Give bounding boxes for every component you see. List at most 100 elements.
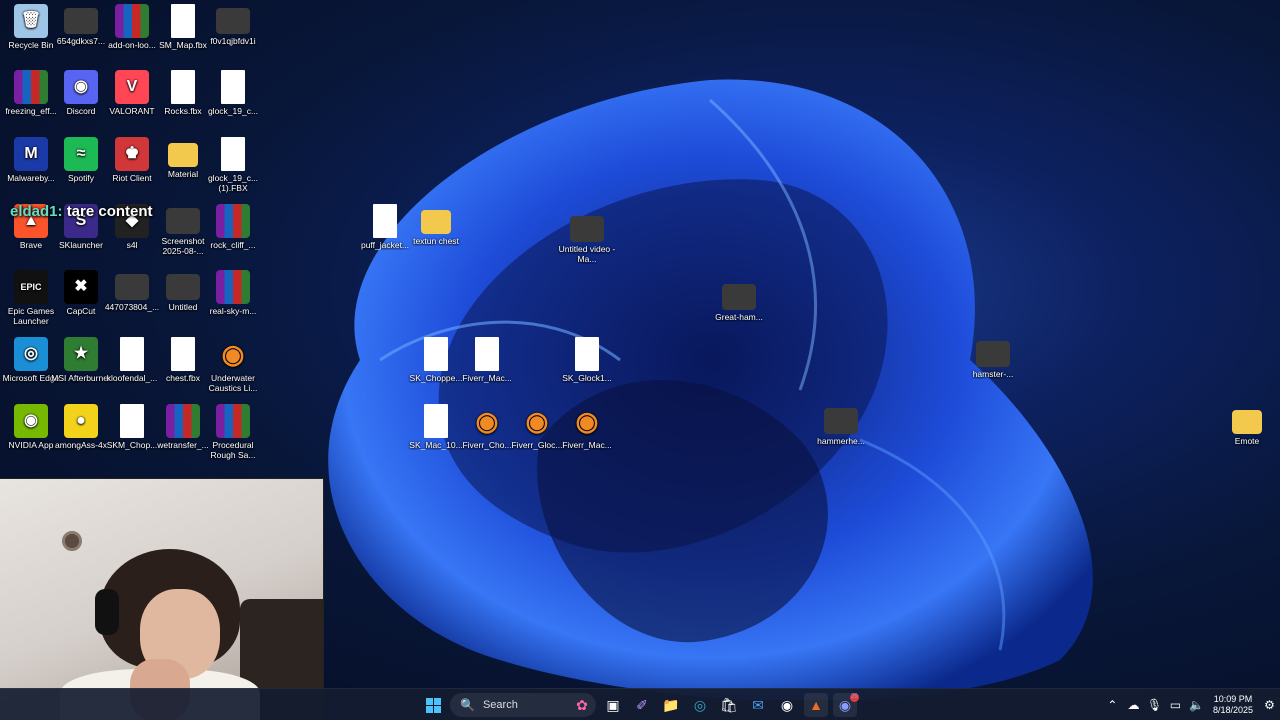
capcut-icon: ✖	[64, 270, 98, 304]
copilot-button[interactable]: ✿	[570, 693, 594, 717]
store-button[interactable]: 🛍	[717, 693, 741, 717]
brave-icon: ▲	[809, 697, 823, 713]
image-thumbnail-icon	[166, 208, 200, 234]
taskbar-clock[interactable]: 10:09 PM 8/18/2025	[1213, 694, 1253, 716]
desktop-icon-label: Procedural Rough Sa...	[210, 440, 256, 460]
nvidia-icon: ◉	[14, 404, 48, 438]
discord-button[interactable]: ◉ 29	[833, 693, 859, 717]
webcam-overlay	[0, 478, 324, 720]
desktop-icon[interactable]: Great-ham...	[708, 280, 770, 322]
desktop-icon[interactable]: real-sky-m...	[202, 270, 264, 316]
spotify-icon: ≈	[64, 137, 98, 171]
network-icon[interactable]: ▭	[1165, 698, 1186, 712]
file-icon	[171, 70, 195, 104]
image-thumbnail-icon	[976, 341, 1010, 367]
winrar-icon	[216, 204, 250, 238]
desktop-icon-label: rock_cliff_...	[210, 240, 256, 250]
desktop-icon-label: SK_Glock1...	[562, 373, 612, 383]
riot-client-icon: ♚	[115, 137, 149, 171]
desktop-icon-label: Underwater Caustics Li...	[208, 373, 258, 393]
discord-icon: ◉	[838, 696, 852, 713]
chrome-button[interactable]: ◉	[775, 693, 799, 717]
desktop-icon[interactable]: glock_19_c... (1).FBX	[202, 137, 264, 193]
file-explorer-button[interactable]: 📁	[659, 693, 683, 717]
wallpaper-bloom	[328, 79, 1093, 700]
desktop-icon[interactable]: Procedural Rough Sa...	[202, 404, 264, 460]
desktop-icon-label: hammerhe...	[817, 436, 865, 446]
windows-start-icon	[425, 697, 441, 713]
clock-date: 8/18/2025	[1212, 705, 1253, 715]
search-label: Search	[482, 699, 518, 711]
desktop-icon-label: glock_19_c...	[207, 106, 259, 116]
desktop-icon-label: textun chest	[413, 236, 459, 246]
file-icon	[171, 337, 195, 371]
blender-icon: ◉	[575, 406, 599, 436]
video-thumbnail-icon	[570, 216, 604, 242]
winrar-icon	[115, 4, 149, 38]
notification-icon[interactable]: ⚙	[1259, 698, 1280, 712]
file-icon	[424, 337, 448, 371]
desktop-icon[interactable]: SK_Glock1...	[556, 337, 618, 383]
desktop-icon[interactable]: Emote	[1216, 404, 1278, 446]
file-icon	[424, 404, 448, 438]
copilot-icon: ✿	[576, 696, 588, 713]
chat-username: eldad1:	[10, 203, 63, 220]
winrar-icon	[216, 270, 250, 304]
folder-icon	[1232, 410, 1262, 434]
file-icon	[120, 337, 144, 371]
desktop-icon[interactable]: rock_cliff_...	[202, 204, 264, 250]
recycle-bin-icon: 🗑	[14, 4, 48, 38]
desktop-icon-label: hamster-...	[972, 369, 1014, 379]
desktop-icon[interactable]: Fiverr_Mac...	[456, 337, 518, 383]
brave-button[interactable]: ▲	[804, 693, 828, 717]
desktop-icon[interactable]: ◉ Fiverr_Mac...	[556, 404, 618, 450]
desktop-icon-label: f0v1qjbfdv1i	[210, 36, 256, 46]
among-us-icon: ●	[64, 404, 98, 438]
desktop-icon-label: Untitled video - Ma...	[558, 244, 616, 264]
malwarebytes-icon: M	[14, 137, 48, 171]
desktop-icon[interactable]: Untitled video - Ma...	[556, 212, 618, 264]
outlook-icon: ✉	[752, 696, 764, 713]
desktop-icon-label: Emote	[1234, 436, 1260, 446]
file-icon	[373, 204, 397, 238]
desktop-icon-label: Fiverr_Mac...	[462, 373, 512, 383]
volume-icon[interactable]: 🔈	[1186, 698, 1207, 712]
edge-button[interactable]: ◎	[688, 693, 712, 717]
wall-clock	[62, 531, 82, 551]
file-icon	[221, 137, 245, 171]
cloud-icon[interactable]: ☁	[1123, 698, 1144, 712]
discord-icon: ◉	[64, 70, 98, 104]
file-icon	[475, 337, 499, 371]
desktop-icon-label: Fiverr_Mac...	[562, 440, 612, 450]
desktop-icon[interactable]: f0v1qjbfdv1i	[202, 4, 264, 46]
pen-icon: ✐	[636, 696, 648, 713]
desktop-icon[interactable]: hammerhe...	[810, 404, 872, 446]
edge-icon: ◎	[14, 337, 48, 371]
image-thumbnail-icon	[824, 408, 858, 434]
outlook-button[interactable]: ✉	[746, 693, 770, 717]
clock-time: 10:09 PM	[1213, 694, 1253, 704]
folder-icon	[421, 210, 451, 234]
app-button-pen[interactable]: ✐	[630, 693, 654, 717]
chevron-up-icon[interactable]: ⌃	[1102, 698, 1123, 712]
file-explorer-icon: 📁	[662, 696, 680, 713]
image-thumbnail-icon	[166, 274, 200, 300]
desktop-icon[interactable]: hamster-...	[962, 337, 1024, 379]
start-button[interactable]	[421, 693, 445, 717]
task-view-button[interactable]: ▣	[601, 693, 625, 717]
file-icon	[221, 70, 245, 104]
store-icon: 🛍	[720, 696, 738, 713]
blender-icon: ◉	[221, 339, 245, 369]
chrome-icon: ◉	[780, 696, 794, 713]
notification-badge: 29	[850, 693, 859, 702]
desktop-icon[interactable]: glock_19_c...	[202, 70, 264, 116]
desktop-icon[interactable]: textun chest	[405, 204, 467, 246]
microphone-icon[interactable]: 🎙	[1144, 698, 1165, 712]
desktop-icon[interactable]: ◉ Underwater Caustics Li...	[202, 337, 264, 393]
image-thumbnail-icon	[115, 274, 149, 300]
winrar-icon	[14, 70, 48, 104]
winrar-icon	[166, 404, 200, 438]
headset	[95, 589, 119, 635]
taskbar: 🔍 Search ✿ ▣ ✐ 📁 ◎ 🛍 ✉ ◉ ▲ ◉ 29 ⌃ ☁ 🎙 ▭ …	[0, 688, 1280, 720]
winrar-icon	[216, 404, 250, 438]
